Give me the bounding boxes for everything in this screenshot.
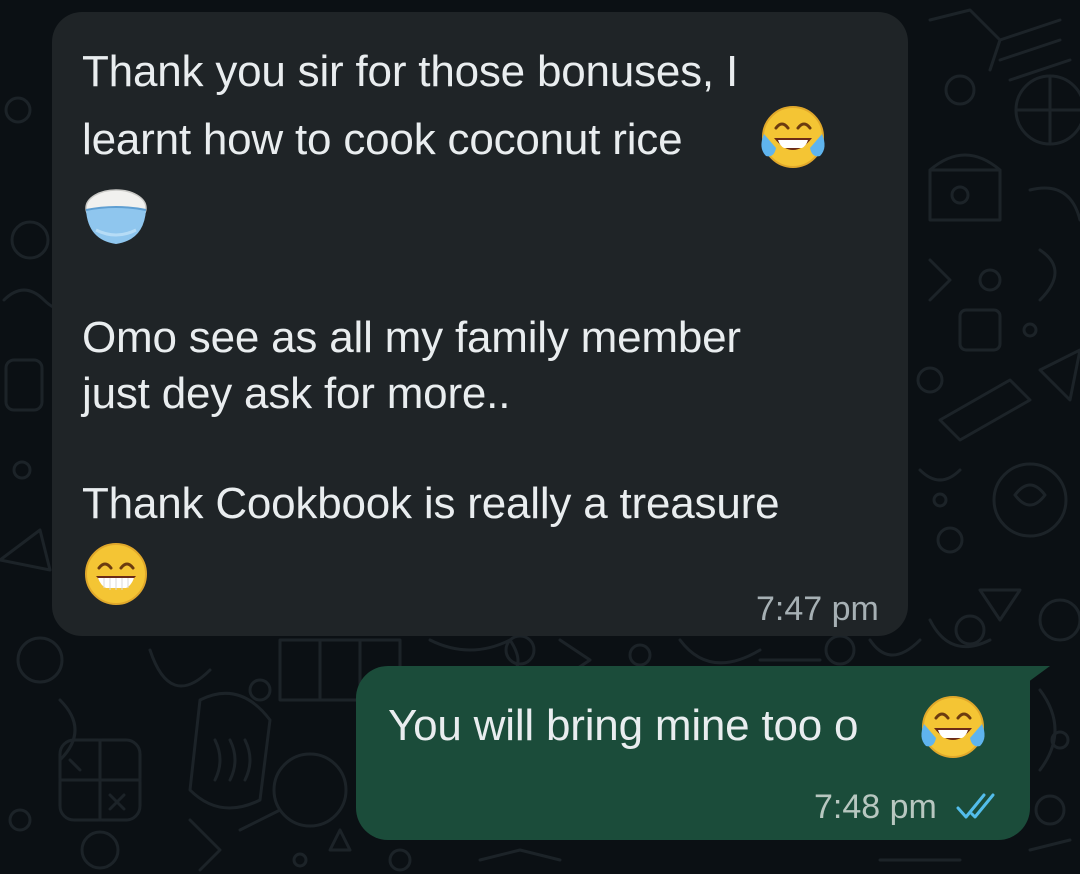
cooked-rice-emoji-icon	[85, 189, 147, 244]
message-line: Omo see as all my family member	[82, 313, 741, 362]
tears-of-joy-emoji-icon	[761, 106, 825, 168]
message-line: You will bring mine too o	[388, 701, 859, 750]
message-line: Thank you sir for those bonuses, I	[82, 47, 738, 96]
beaming-face-emoji-icon	[85, 543, 147, 605]
incoming-message-bubble[interactable]: Thank you sir for those bonuses, I learn…	[52, 12, 908, 636]
message-timestamp: 7:47 pm	[756, 590, 879, 628]
message-line: learnt how to cook coconut rice	[82, 115, 683, 164]
message-line: Thank Cookbook is really a treasure	[82, 479, 780, 528]
message-timestamp: 7:48 pm	[814, 788, 937, 826]
message-line: just dey ask for more..	[82, 369, 511, 418]
outgoing-message-bubble[interactable]: You will bring mine too o 7:48 pm	[356, 666, 1030, 840]
double-check-read-icon	[956, 793, 995, 819]
tears-of-joy-emoji-icon	[921, 696, 985, 758]
